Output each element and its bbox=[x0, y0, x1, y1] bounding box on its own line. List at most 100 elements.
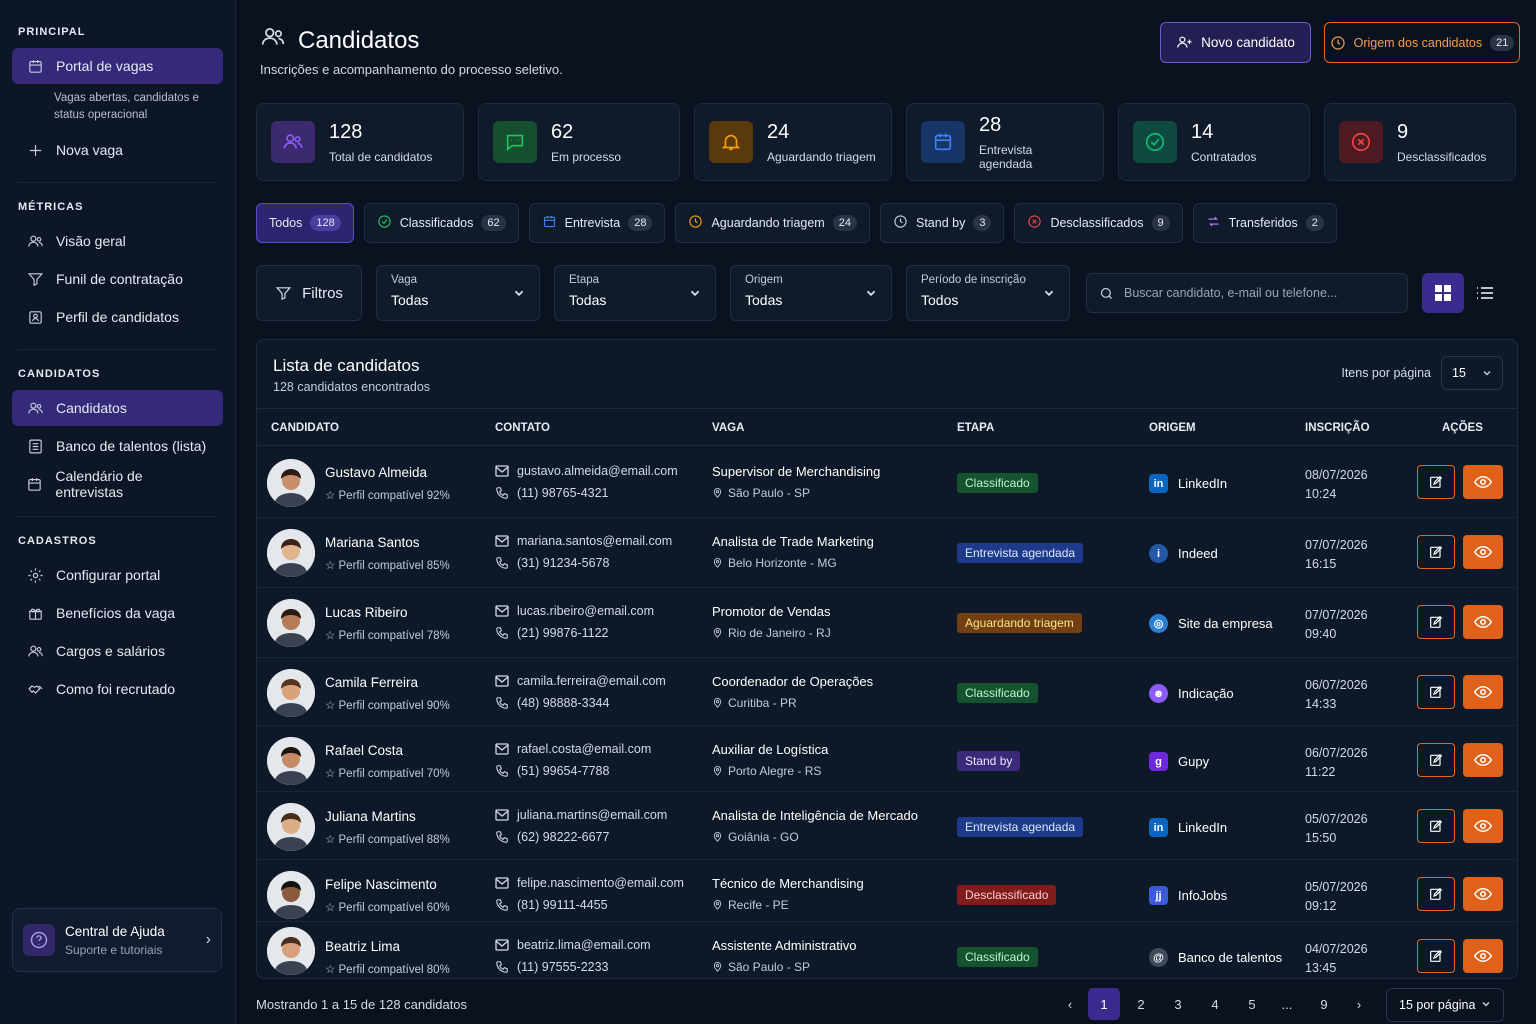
contact-email[interactable]: gustavo.almeida@email.com bbox=[495, 464, 678, 478]
table-row[interactable]: Rafael Costa ☆ Perfil compatível 70% rafae… bbox=[257, 726, 1517, 792]
stat-card-awaiting-screening[interactable]: 24 Aguardando triagem bbox=[694, 103, 892, 181]
prev-page-button[interactable]: ‹ bbox=[1054, 988, 1086, 1020]
candidate-name[interactable]: Lucas Ribeiro bbox=[325, 605, 408, 620]
table-row[interactable]: Camila Ferreira ☆ Perfil compatível 90% ca… bbox=[257, 658, 1517, 726]
stat-card-in-process[interactable]: 62 Em processo bbox=[478, 103, 680, 181]
items-per-page-select[interactable]: 15 bbox=[1441, 356, 1503, 390]
view-button[interactable] bbox=[1463, 809, 1503, 843]
candidate-name[interactable]: Gustavo Almeida bbox=[325, 465, 427, 480]
contact-phone[interactable]: (62) 98222-6677 bbox=[495, 830, 609, 844]
view-button[interactable] bbox=[1463, 743, 1503, 777]
view-button[interactable] bbox=[1463, 675, 1503, 709]
contact-email[interactable]: camila.ferreira@email.com bbox=[495, 674, 666, 688]
sidebar-item[interactable]: Banco de talentos (lista) bbox=[12, 428, 223, 464]
sidebar-item[interactable]: Configurar portal bbox=[12, 557, 223, 593]
status-tab[interactable]: Todos 128 bbox=[256, 203, 354, 243]
candidate-name[interactable]: Rafael Costa bbox=[325, 743, 403, 758]
sidebar-item[interactable]: Candidatos bbox=[12, 390, 223, 426]
edit-button[interactable] bbox=[1417, 605, 1455, 639]
table-row[interactable]: Lucas Ribeiro ☆ Perfil compatível 78% luca… bbox=[257, 588, 1517, 658]
edit-button[interactable] bbox=[1417, 465, 1455, 499]
list-view-button[interactable] bbox=[1464, 273, 1506, 313]
status-tab[interactable]: Stand by 3 bbox=[879, 203, 1005, 243]
page-button[interactable]: 9 bbox=[1308, 988, 1340, 1020]
candidate-name[interactable]: Mariana Santos bbox=[325, 535, 420, 550]
view-button[interactable] bbox=[1463, 939, 1503, 973]
search-input[interactable]: Buscar candidato, e-mail ou telefone... bbox=[1086, 273, 1408, 313]
view-button[interactable] bbox=[1463, 535, 1503, 569]
contact-email[interactable]: beatriz.lima@email.com bbox=[495, 938, 651, 952]
status-tab-count: 62 bbox=[481, 215, 506, 231]
contact-phone[interactable]: (51) 99654-7788 bbox=[495, 764, 609, 778]
next-page-button[interactable]: › bbox=[1343, 988, 1375, 1020]
filter-select[interactable]: Etapa Todas bbox=[554, 265, 716, 321]
status-tab-label: Entrevista bbox=[564, 216, 621, 230]
contact-email[interactable]: juliana.martins@email.com bbox=[495, 808, 667, 822]
contact-phone[interactable]: (11) 97555-2233 bbox=[495, 960, 609, 974]
page-button[interactable]: 4 bbox=[1199, 988, 1231, 1020]
page-button[interactable]: 2 bbox=[1125, 988, 1157, 1020]
table-row[interactable]: Beatriz Lima ☆ Perfil compatível 80% beatr… bbox=[257, 922, 1517, 978]
status-tab[interactable]: Transferidos 2 bbox=[1192, 203, 1337, 243]
view-button[interactable] bbox=[1463, 877, 1503, 911]
per-page-select[interactable]: 15 por página bbox=[1386, 988, 1504, 1022]
edit-button[interactable] bbox=[1417, 743, 1455, 777]
status-tab[interactable]: Classificados 62 bbox=[363, 203, 519, 243]
status-tab[interactable]: Desclassificados 9 bbox=[1014, 203, 1183, 243]
stat-card-total-candidates[interactable]: 128 Total de candidatos bbox=[256, 103, 464, 181]
filter-select[interactable]: Período de inscrição Todos bbox=[906, 265, 1070, 321]
sidebar-item[interactable]: Visão geral bbox=[12, 223, 223, 259]
contact-phone[interactable]: (11) 98765-4321 bbox=[495, 486, 609, 500]
sidebar-item[interactable]: Portal de vagas bbox=[12, 48, 223, 84]
job-title: Analista de Trade Marketing bbox=[712, 534, 874, 549]
table-row[interactable]: Mariana Santos ☆ Perfil compatível 85% mar… bbox=[257, 518, 1517, 588]
contact-email[interactable]: rafael.costa@email.com bbox=[495, 742, 651, 756]
candidate-name[interactable]: Felipe Nascimento bbox=[325, 877, 437, 892]
stat-card-hired[interactable]: 14 Contratados bbox=[1118, 103, 1310, 181]
status-tab[interactable]: Entrevista 28 bbox=[528, 203, 666, 243]
stat-card-interview-scheduled[interactable]: 28 Entrevista agendada bbox=[906, 103, 1104, 181]
contact-email[interactable]: lucas.ribeiro@email.com bbox=[495, 604, 654, 618]
contact-phone[interactable]: (21) 99876-1122 bbox=[495, 626, 609, 640]
sidebar-item[interactable]: Funil de contratação bbox=[12, 261, 223, 297]
contact-email[interactable]: mariana.santos@email.com bbox=[495, 534, 672, 548]
page-button[interactable]: 1 bbox=[1088, 988, 1120, 1020]
grid-view-button[interactable] bbox=[1422, 273, 1464, 313]
new-candidate-button[interactable]: Novo candidato bbox=[1160, 22, 1311, 63]
sidebar-item[interactable]: Calendário de entrevistas bbox=[12, 466, 223, 502]
edit-button[interactable] bbox=[1417, 535, 1455, 569]
contact-phone[interactable]: (48) 98888-3344 bbox=[495, 696, 609, 710]
page-button[interactable]: 5 bbox=[1236, 988, 1268, 1020]
sidebar-item[interactable]: Como foi recrutado bbox=[12, 671, 223, 707]
help-center-card[interactable]: Central de Ajuda Suporte e tutoriais › bbox=[12, 908, 222, 972]
edit-button[interactable] bbox=[1417, 939, 1455, 973]
candidate-name[interactable]: Juliana Martins bbox=[325, 809, 416, 824]
filters-button[interactable]: Filtros bbox=[256, 265, 362, 321]
page-button[interactable]: 3 bbox=[1162, 988, 1194, 1020]
status-tab-label: Stand by bbox=[915, 216, 966, 230]
table-row[interactable]: Gustavo Almeida ☆ Perfil compatível 92% gu… bbox=[257, 448, 1517, 518]
view-button[interactable] bbox=[1463, 465, 1503, 499]
filter-select[interactable]: Vaga Todas bbox=[376, 265, 540, 321]
edit-button[interactable] bbox=[1417, 675, 1455, 709]
contact-phone[interactable]: (81) 99111-4455 bbox=[495, 898, 608, 912]
table-row[interactable]: Felipe Nascimento ☆ Perfil compatível 60%… bbox=[257, 860, 1517, 922]
stat-card-disqualified[interactable]: 9 Desclassificados bbox=[1324, 103, 1516, 181]
contact-phone[interactable]: (31) 91234-5678 bbox=[495, 556, 609, 570]
contact-email[interactable]: felipe.nascimento@email.com bbox=[495, 876, 684, 890]
sidebar-item[interactable]: Nova vaga bbox=[12, 132, 223, 168]
candidate-name[interactable]: Camila Ferreira bbox=[325, 675, 418, 690]
sidebar-item[interactable]: Benefícios da vaga bbox=[12, 595, 223, 631]
status-tab[interactable]: Aguardando triagem 24 bbox=[675, 203, 870, 243]
table-row[interactable]: Juliana Martins ☆ Perfil compatível 88% ju… bbox=[257, 792, 1517, 860]
sidebar-item[interactable]: Cargos e salários bbox=[12, 633, 223, 669]
edit-button[interactable] bbox=[1417, 809, 1455, 843]
stage-badge: Desclassificado bbox=[957, 885, 1057, 905]
edit-button[interactable] bbox=[1417, 877, 1455, 911]
sidebar-item[interactable]: Perfil de candidatos bbox=[12, 299, 223, 335]
view-button[interactable] bbox=[1463, 605, 1503, 639]
job-location: Rio de Janeiro - RJ bbox=[712, 626, 831, 640]
candidate-name[interactable]: Beatriz Lima bbox=[325, 939, 400, 954]
filter-select[interactable]: Origem Todas bbox=[730, 265, 892, 321]
candidate-origin-button[interactable]: Origem dos candidatos 21 bbox=[1324, 22, 1520, 63]
